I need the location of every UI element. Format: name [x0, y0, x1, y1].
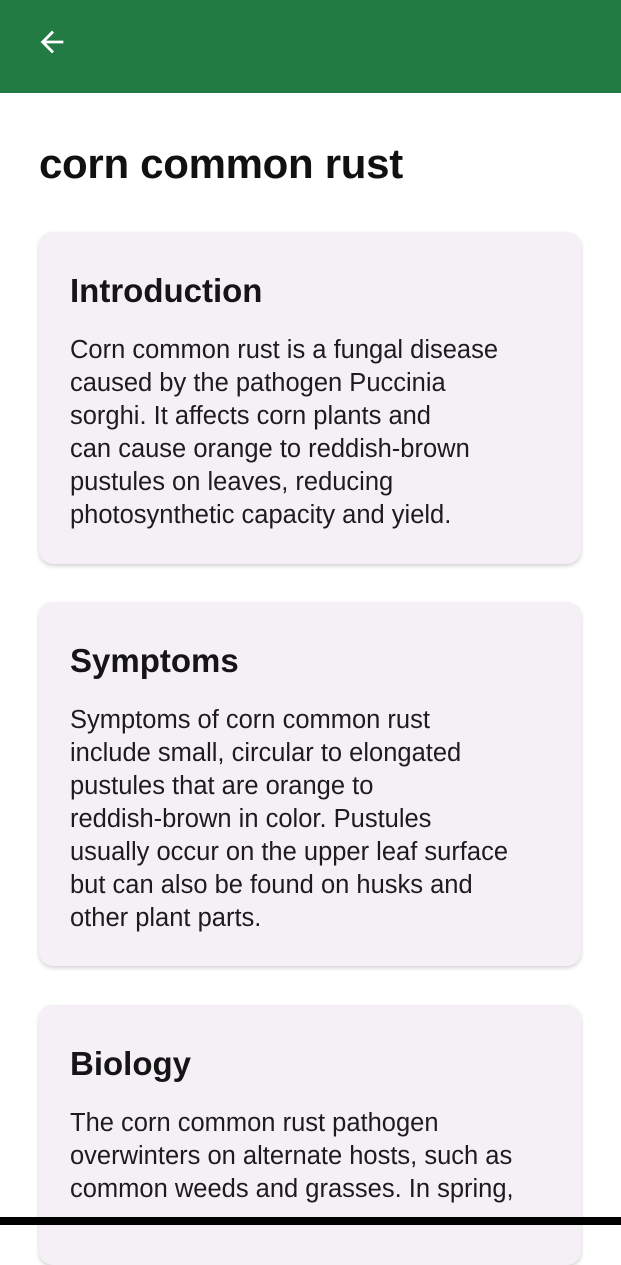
section-title: Symptoms [70, 642, 239, 679]
app-bar [0, 0, 621, 93]
section-card-symptoms: Symptoms Symptoms of corn common rust in… [39, 602, 581, 966]
page-title: corn common rust [39, 140, 403, 187]
section-title: Introduction [70, 272, 263, 309]
section-body: Corn common rust is a fungal disease cau… [70, 336, 499, 529]
bottom-edge-bar [0, 1217, 621, 1225]
section-body: Symptoms of corn common rust include sma… [70, 706, 509, 932]
section-body: The corn common rust pathogen overwinter… [70, 1109, 514, 1203]
back-button[interactable] [26, 16, 78, 68]
section-title: Biology [70, 1045, 191, 1082]
section-card-introduction: Introduction Corn common rust is a funga… [39, 232, 581, 564]
section-card-biology: Biology The corn common rust pathogen ov… [39, 1005, 581, 1265]
arrow-left-icon [40, 30, 64, 54]
